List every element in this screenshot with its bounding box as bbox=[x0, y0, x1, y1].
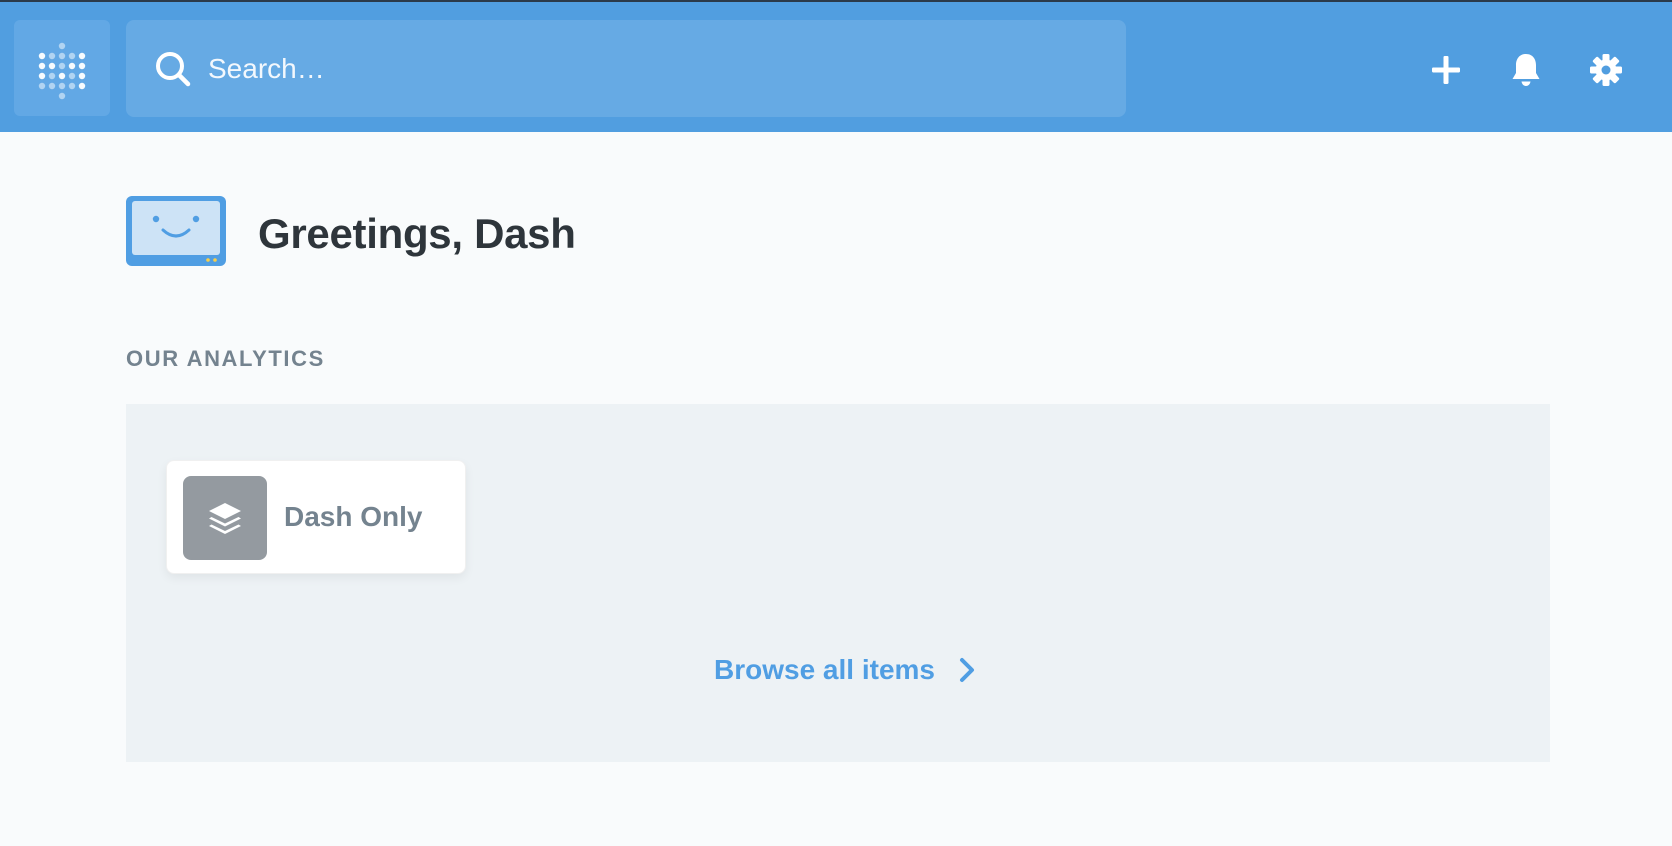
greeting-title: Greetings, Dash bbox=[258, 210, 576, 257]
browse-all-items-label: Browse all items bbox=[714, 654, 935, 685]
search-icon bbox=[156, 52, 191, 87]
smiling-screen-icon bbox=[126, 196, 226, 266]
gear-icon bbox=[1590, 54, 1622, 86]
our-analytics-panel: Dash Only Browse all items bbox=[126, 404, 1550, 762]
plus-icon bbox=[1432, 56, 1460, 84]
notifications-button[interactable] bbox=[1502, 46, 1550, 94]
bell-icon bbox=[1512, 54, 1540, 86]
collection-card-dash-only[interactable]: Dash Only bbox=[166, 460, 466, 574]
browse-all-items-link[interactable]: Browse all items bbox=[714, 650, 977, 690]
metabase-logo-icon bbox=[38, 42, 86, 100]
search-bar[interactable] bbox=[126, 20, 1126, 117]
home-logo-button[interactable] bbox=[14, 20, 110, 116]
home-page-content: Greetings, Dash OUR ANALYTICS Dash Only … bbox=[0, 132, 1672, 846]
new-button[interactable] bbox=[1422, 46, 1470, 94]
chevron-right-icon bbox=[959, 658, 974, 682]
settings-button[interactable] bbox=[1582, 46, 1630, 94]
collection-layers-icon bbox=[209, 503, 241, 534]
collection-icon-tile bbox=[183, 476, 267, 560]
our-analytics-section-title: OUR ANALYTICS bbox=[126, 346, 325, 371]
search-input[interactable] bbox=[206, 44, 1090, 94]
top-navigation-bar bbox=[0, 0, 1672, 132]
collection-name: Dash Only bbox=[284, 501, 423, 532]
